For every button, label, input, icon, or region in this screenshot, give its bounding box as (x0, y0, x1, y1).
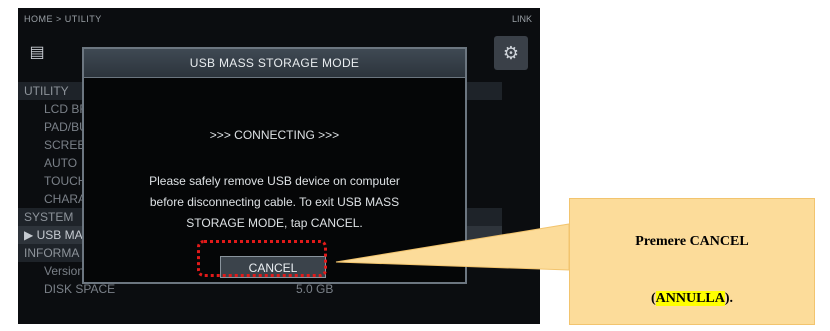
callout-line-1: Premere CANCEL (635, 234, 749, 249)
annulla-highlight: ANNULLA (655, 291, 725, 306)
callout-line-2: (ANNULLA). (650, 291, 734, 306)
instruction-callout: Premere CANCEL (ANNULLA). (569, 198, 815, 325)
